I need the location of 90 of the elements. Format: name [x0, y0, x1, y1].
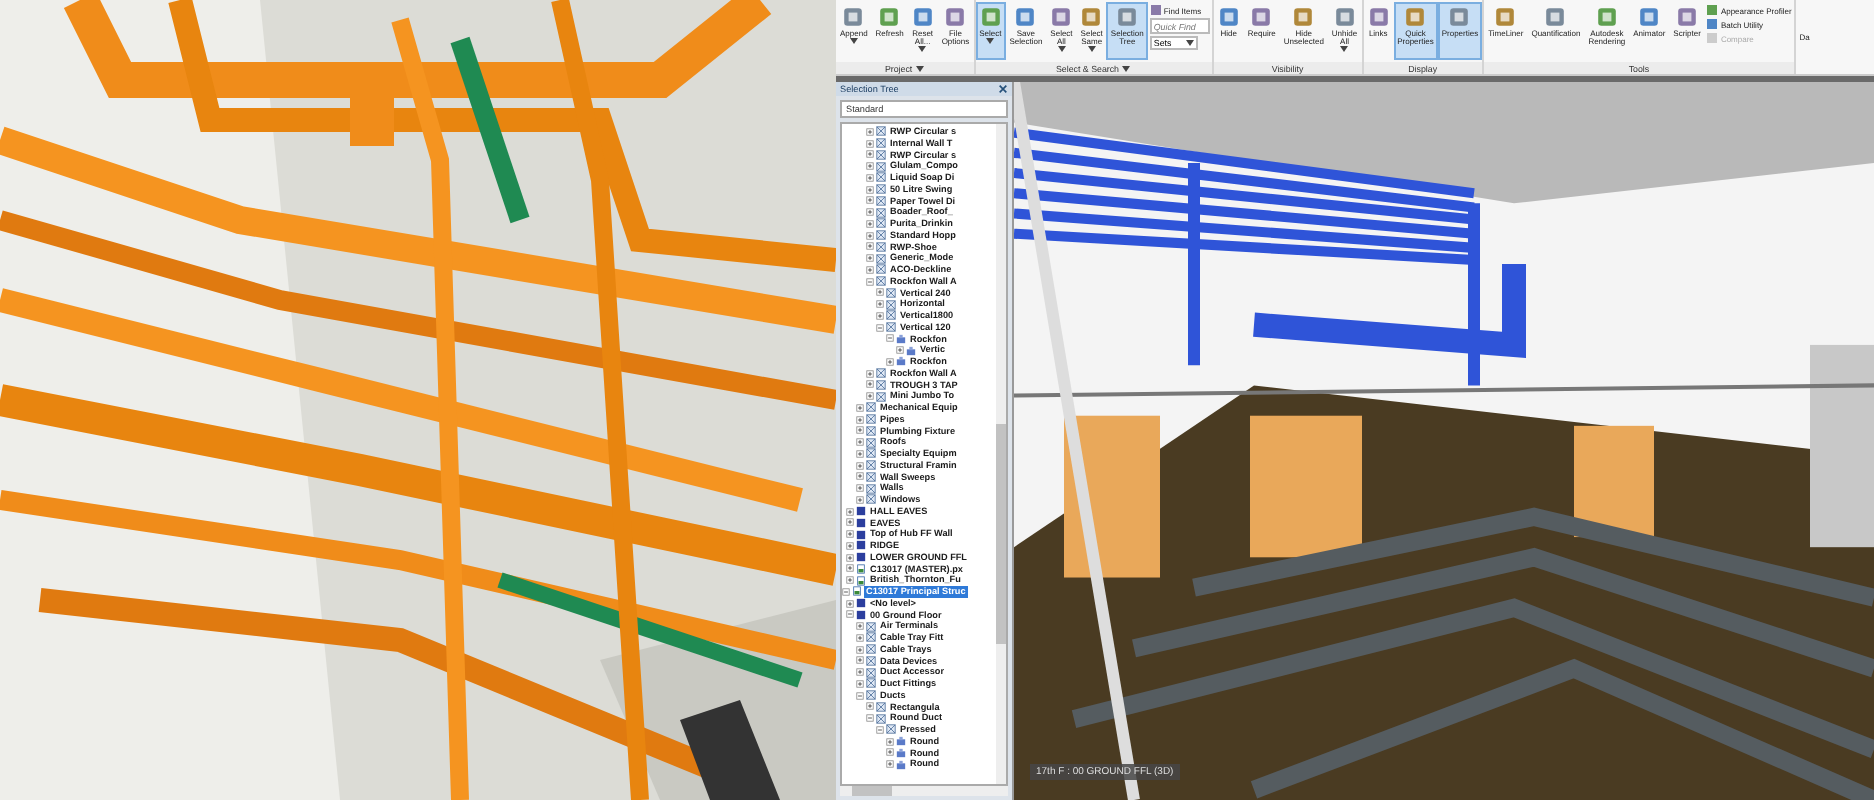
expander-icon[interactable]: [876, 311, 884, 320]
expander-icon[interactable]: [876, 323, 884, 332]
tool-icon: [1494, 6, 1517, 28]
tool-icon: [1367, 6, 1390, 28]
expander-icon[interactable]: [866, 219, 874, 228]
expander-icon[interactable]: [886, 334, 894, 343]
caret-icon: [1185, 40, 1194, 46]
tool-icon: [1333, 6, 1356, 28]
expander-icon[interactable]: [856, 415, 864, 424]
expander-icon[interactable]: [856, 668, 864, 677]
tool-icon: [1595, 6, 1618, 28]
expander-icon[interactable]: [876, 300, 884, 309]
tool-icon: [1080, 6, 1103, 28]
caret-icon: [849, 38, 858, 45]
caret-icon: [1340, 46, 1349, 53]
tool-icon: [1217, 6, 1240, 28]
expander-icon[interactable]: [886, 760, 894, 769]
expander-icon[interactable]: [886, 737, 894, 746]
expander-icon[interactable]: [846, 541, 854, 550]
expander-icon[interactable]: [856, 622, 864, 631]
tool-icon: [1638, 6, 1661, 28]
expander-icon[interactable]: [866, 185, 874, 194]
expander-icon[interactable]: [856, 484, 864, 493]
caret-icon: [1087, 46, 1096, 53]
expander-icon[interactable]: [886, 748, 894, 757]
expander-icon[interactable]: [846, 530, 854, 539]
tool-icon: [1292, 6, 1315, 28]
expander-icon[interactable]: [866, 127, 874, 136]
expander-icon[interactable]: [856, 472, 864, 481]
expander-icon[interactable]: [866, 254, 874, 263]
tool-icon: [1116, 6, 1139, 28]
close-icon[interactable]: [998, 84, 1008, 94]
caret-icon: [986, 38, 995, 45]
tool-icon: [1050, 6, 1073, 28]
expander-icon[interactable]: [866, 196, 874, 205]
expander-icon[interactable]: [856, 438, 864, 447]
caret-icon: [918, 46, 927, 53]
caret-icon: [1057, 46, 1066, 53]
tool-icon: [1448, 6, 1471, 28]
expander-icon[interactable]: [846, 576, 854, 585]
expander-icon[interactable]: [842, 587, 850, 596]
expander-icon[interactable]: [866, 714, 874, 723]
expander-icon[interactable]: [866, 150, 874, 159]
expander-icon[interactable]: [846, 564, 854, 573]
expander-icon[interactable]: [856, 449, 864, 458]
expander-icon[interactable]: [856, 645, 864, 654]
expander-icon[interactable]: [866, 380, 874, 389]
expander-icon[interactable]: [866, 702, 874, 711]
expander-icon[interactable]: [866, 277, 874, 286]
expander-icon[interactable]: [866, 265, 874, 274]
expander-icon[interactable]: [866, 208, 874, 217]
tool-icon: [944, 6, 967, 28]
expander-icon[interactable]: [866, 242, 874, 251]
expander-icon[interactable]: [856, 495, 864, 504]
caret-icon: [1122, 65, 1131, 71]
scrollbar-thumb[interactable]: [996, 424, 1006, 644]
expander-icon[interactable]: [866, 231, 874, 240]
tool-icon: [1404, 6, 1427, 28]
tool-icon: [911, 6, 934, 28]
expander-icon[interactable]: [876, 288, 884, 297]
expander-icon[interactable]: [866, 162, 874, 171]
expander-icon[interactable]: [846, 553, 854, 562]
expander-icon[interactable]: [846, 610, 854, 619]
expander-icon[interactable]: [856, 656, 864, 665]
tool-icon: [878, 6, 901, 28]
tool-icon: [1676, 6, 1699, 28]
expander-icon[interactable]: [856, 426, 864, 435]
expander-icon[interactable]: [886, 357, 894, 366]
expander-icon[interactable]: [856, 633, 864, 642]
tool-icon: [1149, 4, 1162, 16]
scrollbar-thumb[interactable]: [852, 786, 892, 796]
expander-icon[interactable]: [856, 691, 864, 700]
expander-icon[interactable]: [866, 139, 874, 148]
tool-icon: [1014, 6, 1037, 28]
expander-icon[interactable]: [846, 599, 854, 608]
expander-icon[interactable]: [846, 518, 854, 527]
expander-icon[interactable]: [896, 346, 904, 355]
tool-icon: [979, 6, 1002, 28]
expander-icon[interactable]: [866, 369, 874, 378]
tool-icon: [1544, 6, 1567, 28]
expander-icon[interactable]: [856, 403, 864, 412]
expander-icon[interactable]: [866, 392, 874, 401]
expander-icon[interactable]: [866, 173, 874, 182]
tool-icon: [1250, 6, 1273, 28]
expander-icon[interactable]: [856, 679, 864, 688]
expander-icon[interactable]: [846, 507, 854, 516]
caret-icon: [916, 65, 925, 71]
tool-icon: [842, 6, 865, 28]
expander-icon[interactable]: [876, 725, 884, 734]
expander-icon[interactable]: [856, 461, 864, 470]
